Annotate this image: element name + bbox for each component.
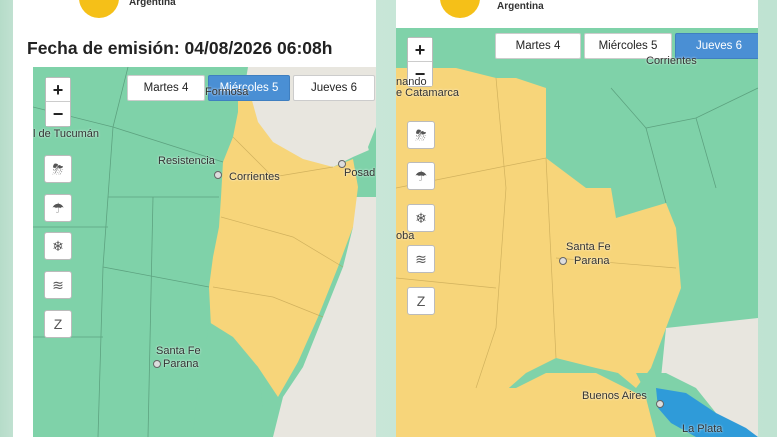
zoom-in-button[interactable]: + xyxy=(46,78,70,102)
snow-icon[interactable]: ❄ xyxy=(407,204,435,232)
rain-icon[interactable]: ☂ xyxy=(407,162,435,190)
snow-icon[interactable]: ❄ xyxy=(44,232,72,260)
rain-icon[interactable]: ☂ xyxy=(44,194,72,222)
label-parana: Parana xyxy=(574,255,610,267)
storm-icon[interactable]: ⛈ xyxy=(407,121,435,149)
left-panel: Argentina Fecha de emisión: 04/08/2026 0… xyxy=(13,0,376,437)
label-buenos-aires: Buenos Aires xyxy=(582,390,647,402)
org-name: Argentina xyxy=(129,0,176,8)
right-alert-map[interactable]: + − ⛈ ☂ ❄ ≋ Z Martes 4 Miércoles 5 Jueve… xyxy=(396,28,758,437)
label-la-plata: La Plata xyxy=(682,423,723,435)
tab-martes-4[interactable]: Martes 4 xyxy=(495,33,581,59)
label-corrientes: Corrientes xyxy=(229,171,280,183)
zonda-icon[interactable]: Z xyxy=(407,287,435,315)
right-panel: Argentina + − ⛈ ☂ ❄ ≋ Z Martes 4 Miércol… xyxy=(396,0,758,437)
right-day-tabs: Martes 4 Miércoles 5 Jueves 6 xyxy=(495,33,758,59)
city-dot xyxy=(656,400,664,408)
smn-logo-icon xyxy=(79,0,119,18)
label-posadas: Posad xyxy=(344,167,376,179)
tab-martes-4[interactable]: Martes 4 xyxy=(127,75,205,101)
label-santa-fe: Santa Fe xyxy=(566,241,611,253)
label-catamarca: e Catamarca xyxy=(396,87,459,99)
label-resistencia: Resistencia xyxy=(158,155,215,167)
city-dot xyxy=(153,360,161,368)
tab-jueves-6[interactable]: Jueves 6 xyxy=(293,75,375,101)
left-alert-map[interactable]: + − ⛈ ☂ ❄ ≋ Z Martes 4 Miércoles 5 Jueve… xyxy=(33,67,376,437)
org-name: Argentina xyxy=(497,1,544,12)
emission-date: Fecha de emisión: 04/08/2026 06:08h xyxy=(27,38,333,58)
zoom-in-button[interactable]: + xyxy=(408,38,432,62)
left-day-tabs: Martes 4 Miércoles 5 Jueves 6 xyxy=(127,75,376,101)
label-santa-fe: Santa Fe xyxy=(156,345,201,357)
city-dot xyxy=(559,257,567,265)
storm-icon[interactable]: ⛈ xyxy=(44,155,72,183)
label-parana: Parana xyxy=(163,358,199,370)
left-map-svg xyxy=(33,67,376,437)
left-header: Argentina xyxy=(13,0,376,28)
city-dot xyxy=(214,171,222,179)
right-header: Argentina xyxy=(396,0,758,28)
label-tucuman: l de Tucumán xyxy=(33,128,100,140)
label-oba: oba xyxy=(396,230,415,242)
label-corrientes: Corrientes xyxy=(646,55,697,67)
label-formosa: Formosa xyxy=(205,86,249,98)
wind-icon[interactable]: ≋ xyxy=(407,245,435,273)
zoom-out-button[interactable]: − xyxy=(46,102,70,126)
smn-logo-icon xyxy=(440,0,480,18)
zonda-icon[interactable]: Z xyxy=(44,310,72,338)
wind-icon[interactable]: ≋ xyxy=(44,271,72,299)
left-zoom-control: + − xyxy=(45,77,71,127)
